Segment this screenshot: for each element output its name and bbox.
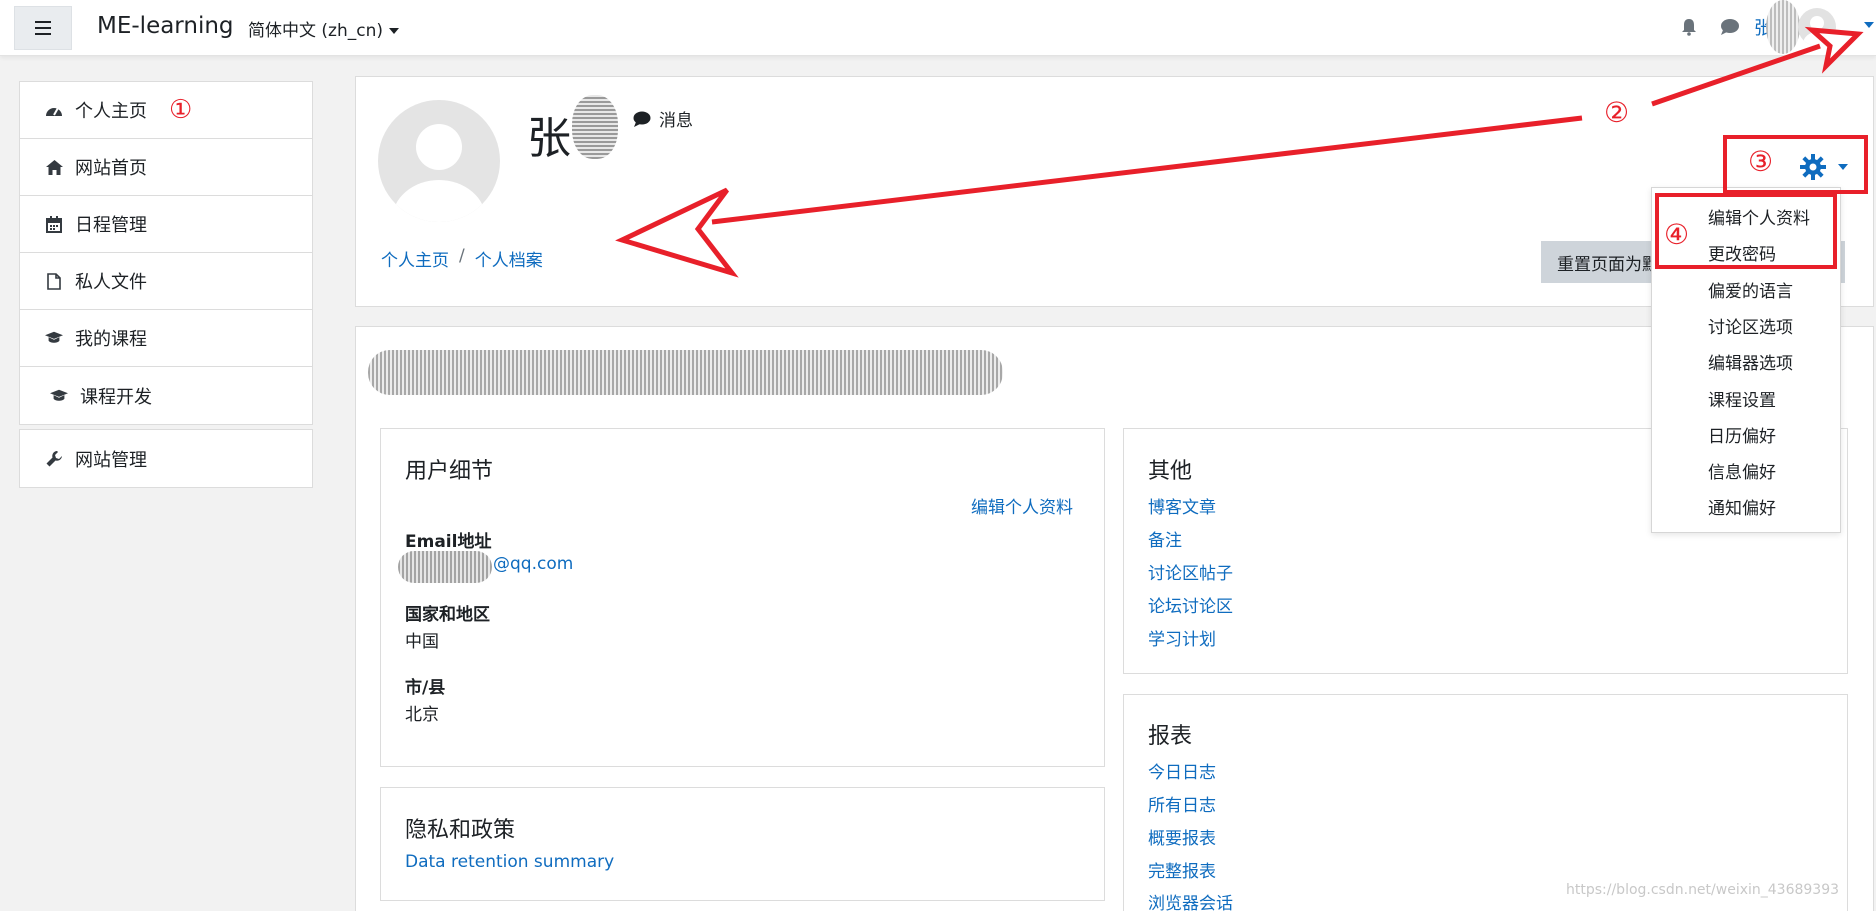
watermark: https://blog.csdn.net/weixin_43689393 [1566, 882, 1840, 898]
arrow-to-breadcrumb [615, 115, 1583, 278]
annotation-arrows [615, 26, 1864, 278]
arrow-to-user-menu [1651, 26, 1864, 107]
